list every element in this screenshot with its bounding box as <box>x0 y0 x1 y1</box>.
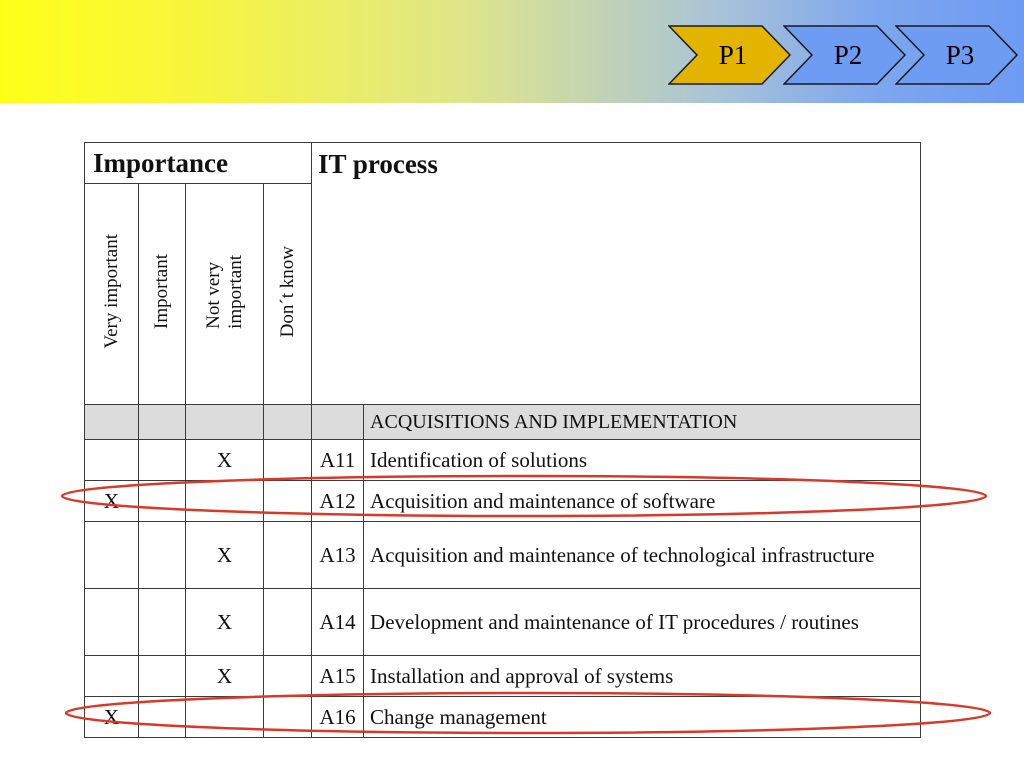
table-row: X A14 Development and maintenance of IT pr… <box>84 588 922 656</box>
header-banner: P1 P2 P3 <box>0 0 1024 103</box>
importance-mark-cell <box>262 588 313 656</box>
process-name: Acquisition and maintenance of technolog… <box>363 521 922 589</box>
step-p2-label: P2 <box>833 39 863 70</box>
col-important-label: Important <box>151 254 172 329</box>
table-row: X A12 Acquisition and maintenance of softw… <box>84 480 922 522</box>
col-not-very-important-label: Not very important <box>202 254 246 329</box>
section-blank-cell <box>185 404 264 440</box>
section-blank-cell <box>84 404 139 440</box>
importance-mark-cell <box>138 696 186 738</box>
table-row: X A11 Identification of solutions <box>84 439 922 481</box>
table-row: X A13 Acquisition and maintenance of techn… <box>84 521 922 589</box>
col-very-important: Very important <box>84 183 139 405</box>
step-p2-button[interactable]: P2 <box>783 25 911 85</box>
importance-mark-cell <box>262 439 313 481</box>
col-very-important-label: Very important <box>100 234 122 349</box>
process-code: A15 <box>311 655 365 697</box>
it-process-table: Importance IT process Very important Imp… <box>83 142 922 738</box>
importance-mark-cell <box>138 521 186 589</box>
col-dont-know-label: Don´t know <box>276 245 298 338</box>
importance-mark-cell: X <box>84 480 139 522</box>
section-blank-cell <box>138 404 186 440</box>
importance-mark-cell: X <box>185 439 264 481</box>
importance-mark-cell <box>84 521 139 589</box>
col-important: Important <box>138 183 186 405</box>
importance-mark-cell <box>84 655 139 697</box>
importance-mark-cell <box>138 480 186 522</box>
importance-mark-cell <box>185 480 264 522</box>
process-name: Installation and approval of systems <box>363 655 922 697</box>
importance-mark-cell <box>262 696 313 738</box>
step-p1-label: P1 <box>718 39 748 70</box>
importance-mark-cell <box>138 655 186 697</box>
importance-mark-cell <box>262 655 313 697</box>
process-name: Change management <box>363 696 922 738</box>
process-code: A11 <box>311 439 365 481</box>
table-row: X A15 Installation and approval of systems <box>84 655 922 697</box>
process-code: A16 <box>311 696 365 738</box>
process-name: Acquisition and maintenance of software <box>363 480 922 522</box>
importance-table-container: Importance IT process Very important Imp… <box>83 142 922 738</box>
table-row: X A16 Change management <box>84 696 922 738</box>
step-p3-button[interactable]: P3 <box>895 25 1023 85</box>
step-p1-button[interactable]: P1 <box>668 25 796 85</box>
section-blank-cell <box>311 404 365 440</box>
importance-mark-cell <box>262 521 313 589</box>
importance-mark-cell <box>84 588 139 656</box>
col-not-very-important: Not very important <box>185 183 264 405</box>
col-dont-know: Don´t know <box>262 183 313 405</box>
importance-header: Importance <box>83 142 313 184</box>
process-name: Development and maintenance of IT proced… <box>363 588 922 656</box>
it-process-header: IT process <box>311 142 922 405</box>
importance-mark-cell: X <box>84 696 139 738</box>
importance-mark-cell <box>185 696 264 738</box>
process-code: A14 <box>311 588 365 656</box>
importance-mark-cell <box>262 480 313 522</box>
importance-mark-cell: X <box>185 588 264 656</box>
section-row: ACQUISITIONS AND IMPLEMENTATION <box>84 404 922 440</box>
importance-mark-cell: X <box>185 521 264 589</box>
importance-mark-cell <box>138 439 186 481</box>
section-title: ACQUISITIONS AND IMPLEMENTATION <box>363 404 922 440</box>
process-code: A12 <box>311 480 365 522</box>
importance-mark-cell: X <box>185 655 264 697</box>
importance-mark-cell <box>84 439 139 481</box>
section-blank-cell <box>262 404 313 440</box>
importance-mark-cell <box>138 588 186 656</box>
process-code: A13 <box>311 521 365 589</box>
step-p3-label: P3 <box>945 39 975 70</box>
process-name: Identification of solutions <box>363 439 922 481</box>
table-body: X A11 Identification of solutions X A12 Acqui… <box>84 439 922 738</box>
